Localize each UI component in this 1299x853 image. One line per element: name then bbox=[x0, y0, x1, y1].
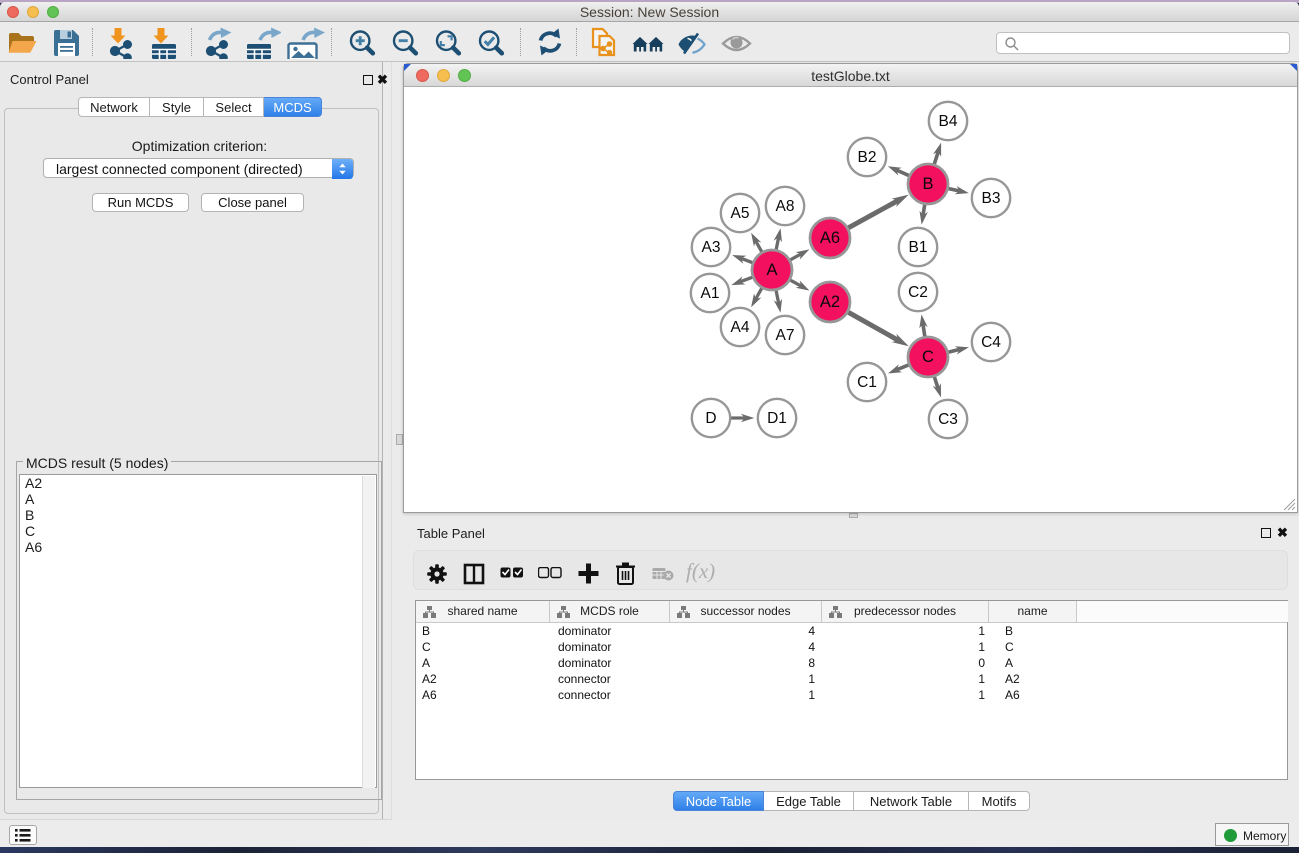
svg-text:C2: C2 bbox=[908, 284, 928, 301]
svg-text:D1: D1 bbox=[767, 410, 787, 427]
svg-text:A1: A1 bbox=[701, 285, 720, 302]
svg-text:A3: A3 bbox=[702, 239, 721, 256]
svg-text:B: B bbox=[922, 175, 933, 193]
svg-text:B2: B2 bbox=[858, 149, 877, 166]
svg-text:D: D bbox=[705, 410, 716, 427]
svg-text:A: A bbox=[766, 261, 777, 279]
svg-text:A8: A8 bbox=[776, 198, 795, 215]
svg-text:A2: A2 bbox=[820, 293, 840, 311]
svg-text:A6: A6 bbox=[820, 229, 840, 247]
svg-text:C1: C1 bbox=[857, 374, 877, 391]
svg-text:A5: A5 bbox=[731, 205, 750, 222]
svg-text:C: C bbox=[922, 348, 934, 366]
svg-text:C3: C3 bbox=[938, 411, 958, 428]
svg-text:A7: A7 bbox=[776, 327, 795, 344]
svg-text:C4: C4 bbox=[981, 334, 1001, 351]
svg-text:B3: B3 bbox=[982, 190, 1001, 207]
svg-text:B4: B4 bbox=[939, 113, 958, 130]
svg-text:A4: A4 bbox=[731, 319, 750, 336]
svg-text:B1: B1 bbox=[909, 239, 928, 256]
